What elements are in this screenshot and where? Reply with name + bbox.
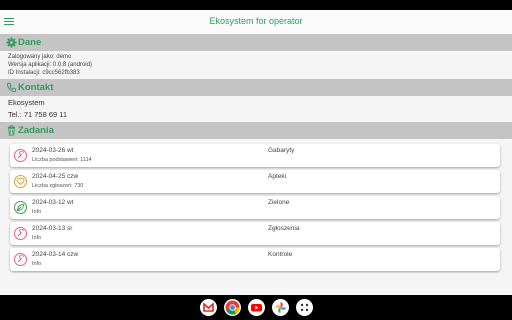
task-type: Kontrole bbox=[268, 251, 293, 258]
section-header-zadania: Zadania bbox=[0, 122, 512, 139]
task-card[interactable]: 2024-04-25 czw Apteki Liczba zgłoszeń: 7… bbox=[10, 170, 500, 193]
chrome-icon[interactable] bbox=[224, 299, 241, 316]
wrench-icon bbox=[14, 227, 27, 240]
task-date: 2024-03-26 wt bbox=[32, 147, 74, 154]
section-header-kontakt: Kontakt bbox=[0, 79, 512, 96]
contact-name: Ekosystem bbox=[8, 98, 45, 107]
section-header-dane: Dane bbox=[0, 34, 512, 51]
task-date: 2024-04-25 czw bbox=[32, 173, 79, 180]
task-card[interactable]: 2024-03-13 śr Zgłoszenia Info bbox=[10, 222, 500, 245]
task-detail: Info bbox=[32, 209, 42, 215]
leaf-icon bbox=[14, 201, 27, 214]
taskbar-dock bbox=[0, 295, 512, 320]
app-version-info: Wersja aplikacji: 0.0.8 (android) bbox=[8, 62, 92, 68]
task-type: Gabaryty bbox=[268, 147, 295, 154]
task-detail: Info bbox=[32, 261, 42, 267]
task-type: Zielone bbox=[268, 199, 290, 206]
app-window: Ekosystem for operator Dane Zalogowany j… bbox=[0, 10, 512, 295]
task-detail: Info bbox=[32, 235, 42, 241]
contact-phone[interactable]: Tel.: 71 758 69 11 bbox=[8, 110, 67, 119]
section-title-zadania: Zadania bbox=[18, 125, 54, 136]
task-date: 2024-03-14 czw bbox=[32, 251, 79, 258]
task-detail: Liczba zgłoszeń: 730 bbox=[32, 183, 84, 189]
section-title-kontakt: Kontakt bbox=[18, 82, 54, 93]
status-bar bbox=[0, 0, 512, 10]
task-date: 2024-03-13 śr bbox=[32, 225, 73, 232]
task-type: Zgłoszenia bbox=[268, 225, 300, 232]
gear-icon bbox=[6, 37, 17, 48]
gmail-icon[interactable] bbox=[200, 299, 217, 316]
app-title: Ekosystem for operator bbox=[209, 16, 303, 26]
youtube-icon[interactable] bbox=[248, 299, 265, 316]
wrench-icon bbox=[14, 253, 27, 266]
app-drawer-icon[interactable] bbox=[296, 299, 313, 316]
app-bar: Ekosystem for operator bbox=[0, 10, 512, 34]
wrench-icon bbox=[14, 149, 27, 162]
trash-icon bbox=[7, 125, 16, 136]
login-info: Zalogowany jako: demo bbox=[8, 54, 72, 60]
task-card[interactable]: 2024-03-12 wt Zielone Info bbox=[10, 196, 500, 219]
section-title-dane: Dane bbox=[18, 37, 42, 48]
heart-icon bbox=[14, 175, 27, 188]
task-date: 2024-03-12 wt bbox=[32, 199, 74, 206]
task-card[interactable]: 2024-03-26 wt Gabaryty Liczba podstawień… bbox=[10, 144, 500, 167]
task-detail: Liczba podstawień: 1114 bbox=[32, 157, 92, 163]
task-card[interactable]: 2024-03-14 czw Kontrole Info bbox=[10, 248, 500, 271]
photos-icon[interactable] bbox=[272, 299, 289, 316]
installation-id-info: ID Instalacji: c9cc562fb383 bbox=[8, 70, 80, 76]
task-type: Apteki bbox=[268, 173, 287, 180]
phone-icon bbox=[6, 82, 17, 93]
